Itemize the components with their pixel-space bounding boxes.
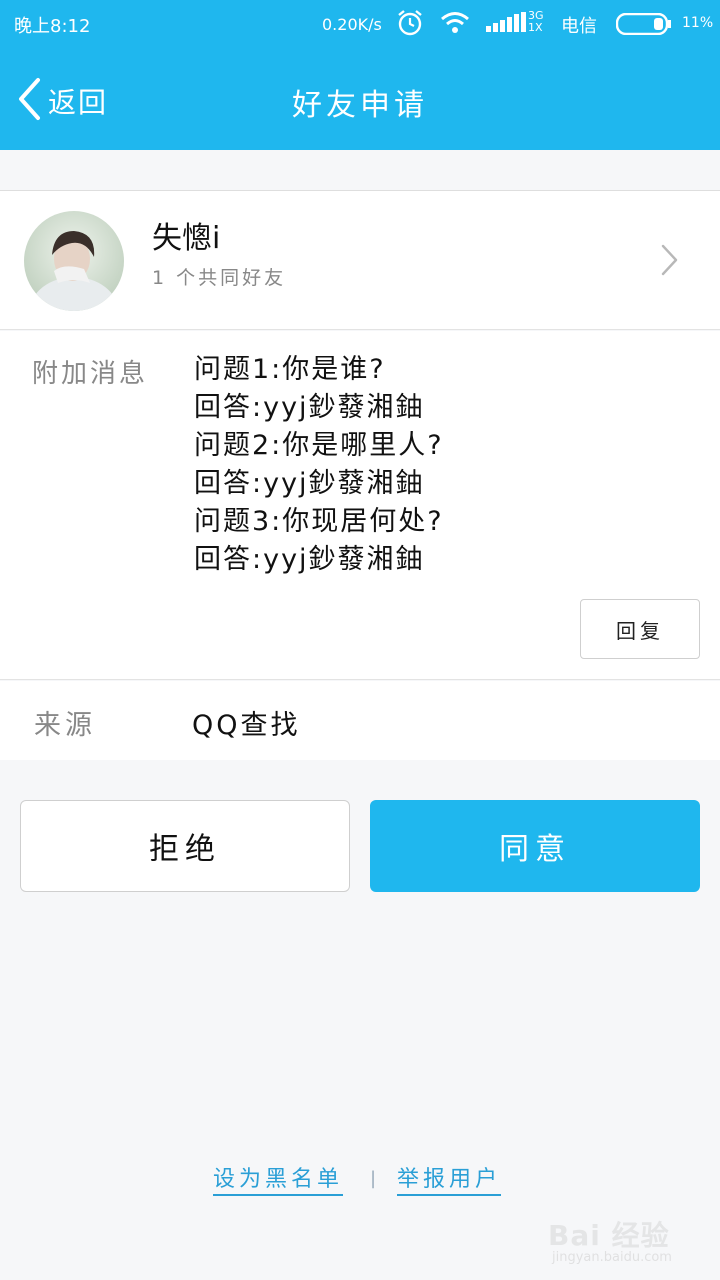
status-bar: 晚上8:12 0.20K/s 3G 1X 电信 11%: [0, 0, 720, 46]
wifi-icon: [440, 10, 470, 41]
user-name: 失憁i: [152, 221, 221, 256]
avatar: [24, 211, 124, 311]
status-net-speed: 0.20K/s: [322, 15, 382, 34]
attached-message-label: 附加消息: [32, 359, 149, 389]
message-line: 回答:yyj鈔蕟湘鈾: [194, 544, 425, 575]
reject-button[interactable]: 拒绝: [20, 800, 350, 892]
alarm-icon: [396, 9, 424, 42]
report-user-link[interactable]: 举报用户: [397, 1166, 502, 1196]
accept-button[interactable]: 同意: [370, 800, 700, 892]
mutual-friends: 1 个共同好友: [152, 267, 287, 289]
status-battery-percent: 11%: [682, 15, 714, 31]
baidu-watermark: Bai 经验 jingyan.baidu.com: [548, 1214, 688, 1270]
message-line: 回答:yyj鈔蕟湘鈾: [194, 468, 425, 499]
status-carrier: 电信: [561, 16, 597, 37]
app-header: 晚上8:12 0.20K/s 3G 1X 电信 11% 返回 好友申请: [0, 0, 720, 150]
message-line: 问题1:你是谁?: [194, 354, 386, 385]
blacklist-link[interactable]: 设为黑名单: [213, 1166, 344, 1196]
attached-message-section: 附加消息 问题1:你是谁? 回答:yyj鈔蕟湘鈾 问题2:你是哪里人? 回答:y…: [0, 331, 720, 680]
message-line: 问题3:你现居何处?: [194, 506, 444, 537]
signal-icon: [486, 12, 526, 39]
message-line: 问题2:你是哪里人?: [194, 430, 444, 461]
watermark-url: jingyan.baidu.com: [552, 1250, 672, 1265]
footer-separator: |: [370, 1168, 377, 1189]
source-section: 来源 QQ查找: [0, 681, 720, 760]
page-title: 好友申请: [292, 88, 428, 123]
status-time: 晚上8:12: [14, 16, 91, 37]
attached-message-text: 问题1:你是谁? 回答:yyj鈔蕟湘鈾 问题2:你是哪里人? 回答:yyj鈔蕟湘…: [194, 351, 444, 579]
footer-links: 设为黑名单 | 举报用户: [0, 1166, 720, 1198]
source-label: 来源: [34, 710, 96, 741]
reply-button[interactable]: 回复: [580, 599, 700, 659]
baidu-logo: Bai 经验: [548, 1219, 670, 1252]
source-value: QQ查找: [192, 710, 301, 741]
chevron-right-icon: [660, 243, 680, 281]
message-line: 回答:yyj鈔蕟湘鈾: [194, 392, 425, 423]
user-profile-row[interactable]: 失憁i 1 个共同好友: [0, 190, 720, 330]
battery-icon: [615, 12, 672, 40]
network-type: 3G 1X: [528, 9, 544, 34]
